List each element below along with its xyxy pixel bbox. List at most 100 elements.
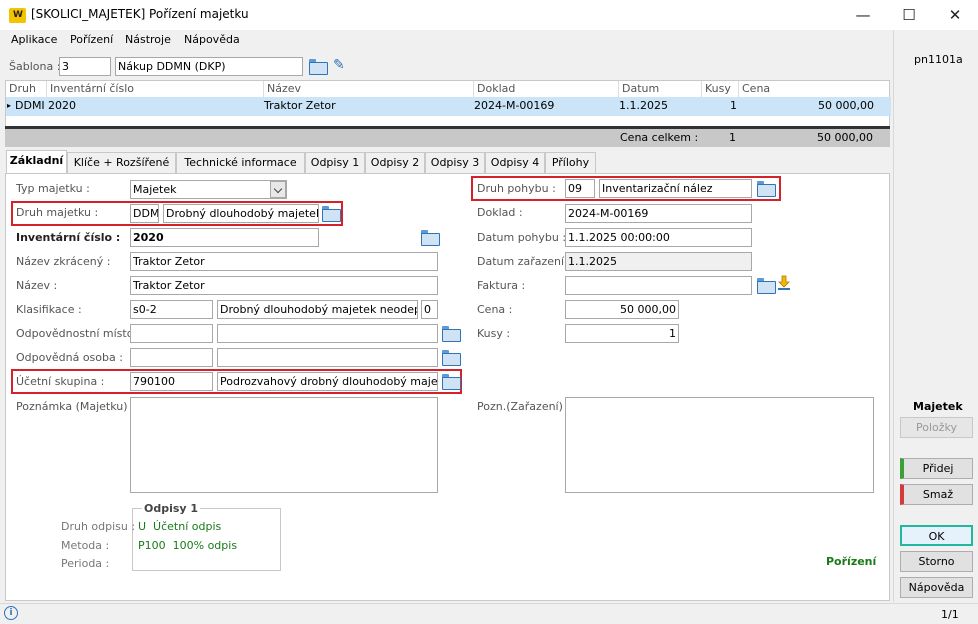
napoveda-button[interactable]: Nápověda: [900, 577, 973, 598]
druh-odpisu-label: Druh odpisu :: [61, 520, 136, 533]
cena-field[interactable]: 50 000,00: [565, 300, 679, 319]
odpovedna-osoba-label: Odpovědná osoba :: [16, 351, 123, 364]
tab-zakladni[interactable]: Základní: [6, 150, 67, 174]
col-kusy[interactable]: Kusy: [702, 81, 739, 97]
druh-odpisu-value: U Účetní odpis: [138, 520, 222, 533]
odpovedna-osoba-code[interactable]: [130, 348, 213, 367]
tab-odpisy-2[interactable]: Odpisy 2: [365, 152, 425, 174]
tab-odpisy-4[interactable]: Odpisy 4: [485, 152, 545, 174]
pozn-zarazeni-textarea[interactable]: [565, 397, 874, 493]
sablona-name-field[interactable]: Nákup DDMN (DKP): [115, 57, 303, 76]
info-icon[interactable]: i: [4, 606, 18, 620]
form-id: pn1101a: [914, 53, 963, 66]
nazev-field[interactable]: Traktor Zetor: [130, 276, 438, 295]
doklad-label: Doklad :: [477, 206, 523, 219]
folder-open-icon[interactable]: [322, 206, 341, 222]
faktura-label: Faktura :: [477, 279, 526, 292]
klasifikace-num[interactable]: 0: [421, 300, 438, 319]
cell-inv: 2020: [48, 99, 76, 112]
odpovedna-osoba-name[interactable]: [217, 348, 438, 367]
druh-majetku-name[interactable]: Drobný dlouhodobý majetek: [163, 204, 319, 223]
folder-open-icon[interactable]: [442, 350, 461, 366]
total-label: Cena celkem :: [620, 131, 699, 144]
klasifikace-code[interactable]: s0-2: [130, 300, 213, 319]
faktura-field[interactable]: [565, 276, 752, 295]
tab-prilohy[interactable]: Přílohy: [545, 152, 596, 174]
folder-open-icon[interactable]: [421, 230, 440, 246]
klasifikace-label: Klasifikace :: [16, 303, 82, 316]
poznamka-textarea[interactable]: [130, 397, 438, 493]
typ-majetku-label: Typ majetku :: [16, 182, 90, 195]
druh-majetku-code[interactable]: DDM: [130, 204, 159, 223]
col-inventarni-cislo[interactable]: Inventární číslo: [47, 81, 264, 97]
tab-odpisy-1[interactable]: Odpisy 1: [305, 152, 365, 174]
pozn-zarazeni-label: Pozn.(Zařazení) :: [477, 400, 571, 413]
menu-nastroje[interactable]: Nástroje: [125, 33, 171, 46]
klasifikace-name[interactable]: Drobný dlouhodobý majetek neodep: [217, 300, 418, 319]
page-indicator: 1/1: [941, 608, 959, 621]
section-majetek: Majetek: [913, 400, 963, 413]
cell-nazev: Traktor Zetor: [264, 99, 336, 112]
total-cena: 50 000,00: [817, 131, 873, 144]
col-druh[interactable]: Druh: [6, 81, 47, 97]
metoda-value: P100 100% odpis: [138, 539, 238, 552]
sablona-code-field[interactable]: 3: [59, 57, 111, 76]
folder-open-icon[interactable]: [442, 326, 461, 342]
inventarni-cislo-label: Inventární číslo :: [16, 231, 121, 244]
datum-zarazeni-field: 1.1.2025: [565, 252, 752, 271]
maximize-button[interactable]: ☐: [886, 0, 932, 30]
typ-majetku-select[interactable]: Majetek: [130, 180, 287, 199]
pridej-button[interactable]: Přidej: [900, 458, 973, 479]
porizeni-status: Pořízení: [826, 555, 877, 568]
minimize-button[interactable]: —: [840, 0, 886, 30]
menu-aplikace[interactable]: Aplikace: [11, 33, 57, 46]
ucetni-skupina-name[interactable]: Podrozvahový drobný dlouhodobý maje: [217, 372, 438, 391]
folder-open-icon[interactable]: [309, 59, 328, 75]
kusy-field[interactable]: 1: [565, 324, 679, 343]
nazev-zkraceny-field[interactable]: Traktor Zetor: [130, 252, 438, 271]
tab-technicke-informace[interactable]: Technické informace: [176, 152, 305, 174]
folder-open-icon[interactable]: [442, 374, 461, 390]
druh-majetku-label: Druh majetku :: [16, 206, 99, 219]
pencil-icon[interactable]: ✎: [333, 57, 345, 73]
cell-cena: 50 000,00: [818, 99, 874, 112]
cell-datum: 1.1.2025: [619, 99, 668, 112]
folder-open-icon[interactable]: [757, 181, 776, 197]
col-nazev[interactable]: Název: [264, 81, 474, 97]
col-datum[interactable]: Datum: [619, 81, 702, 97]
ucetni-skupina-code[interactable]: 790100: [130, 372, 213, 391]
inventarni-cislo-field[interactable]: 2020: [130, 228, 319, 247]
odpovednostni-misto-label: Odpovědnostní místo :: [16, 327, 141, 340]
col-cena[interactable]: Cena: [739, 81, 889, 97]
menu-napoveda[interactable]: Nápověda: [184, 33, 240, 46]
nazev-label: Název :: [16, 279, 58, 292]
druh-pohybu-code[interactable]: 09: [565, 179, 595, 198]
nazev-zkraceny-label: Název zkrácený :: [16, 255, 111, 268]
cell-kusy: 1: [730, 99, 737, 112]
download-icon[interactable]: [777, 275, 791, 291]
tab-klice-rozsirene[interactable]: Klíče + Rozšířené: [67, 152, 176, 174]
menu-porizeni[interactable]: Pořízení: [70, 33, 113, 46]
folder-open-icon[interactable]: [757, 278, 776, 294]
druh-pohybu-name[interactable]: Inventarizační nález: [599, 179, 752, 198]
cena-label: Cena :: [477, 303, 513, 316]
tab-odpisy-3[interactable]: Odpisy 3: [425, 152, 485, 174]
col-doklad[interactable]: Doklad: [474, 81, 619, 97]
smaz-button[interactable]: Smaž: [900, 484, 973, 505]
chevron-down-icon[interactable]: [270, 181, 286, 198]
status-bar: [0, 603, 978, 624]
kusy-label: Kusy :: [477, 327, 511, 340]
polozky-button[interactable]: Položky: [900, 417, 973, 438]
storno-button[interactable]: Storno: [900, 551, 973, 572]
datum-zarazeni-label: Datum zařazení :: [477, 255, 572, 268]
doklad-field[interactable]: 2024-M-00169: [565, 204, 752, 223]
datum-pohybu-field[interactable]: 1.1.2025 00:00:00: [565, 228, 752, 247]
odpovednostni-misto-code[interactable]: [130, 324, 213, 343]
ok-button[interactable]: OK: [900, 525, 973, 546]
cell-druh: DDMI: [15, 99, 45, 112]
sidebar-divider: [893, 30, 894, 602]
odpovednostni-misto-name[interactable]: [217, 324, 438, 343]
close-button[interactable]: ✕: [932, 0, 978, 30]
totals-bar: Cena celkem : 1 50 000,00: [5, 126, 890, 146]
poznamka-label: Poznámka (Majetku) :: [16, 400, 135, 413]
